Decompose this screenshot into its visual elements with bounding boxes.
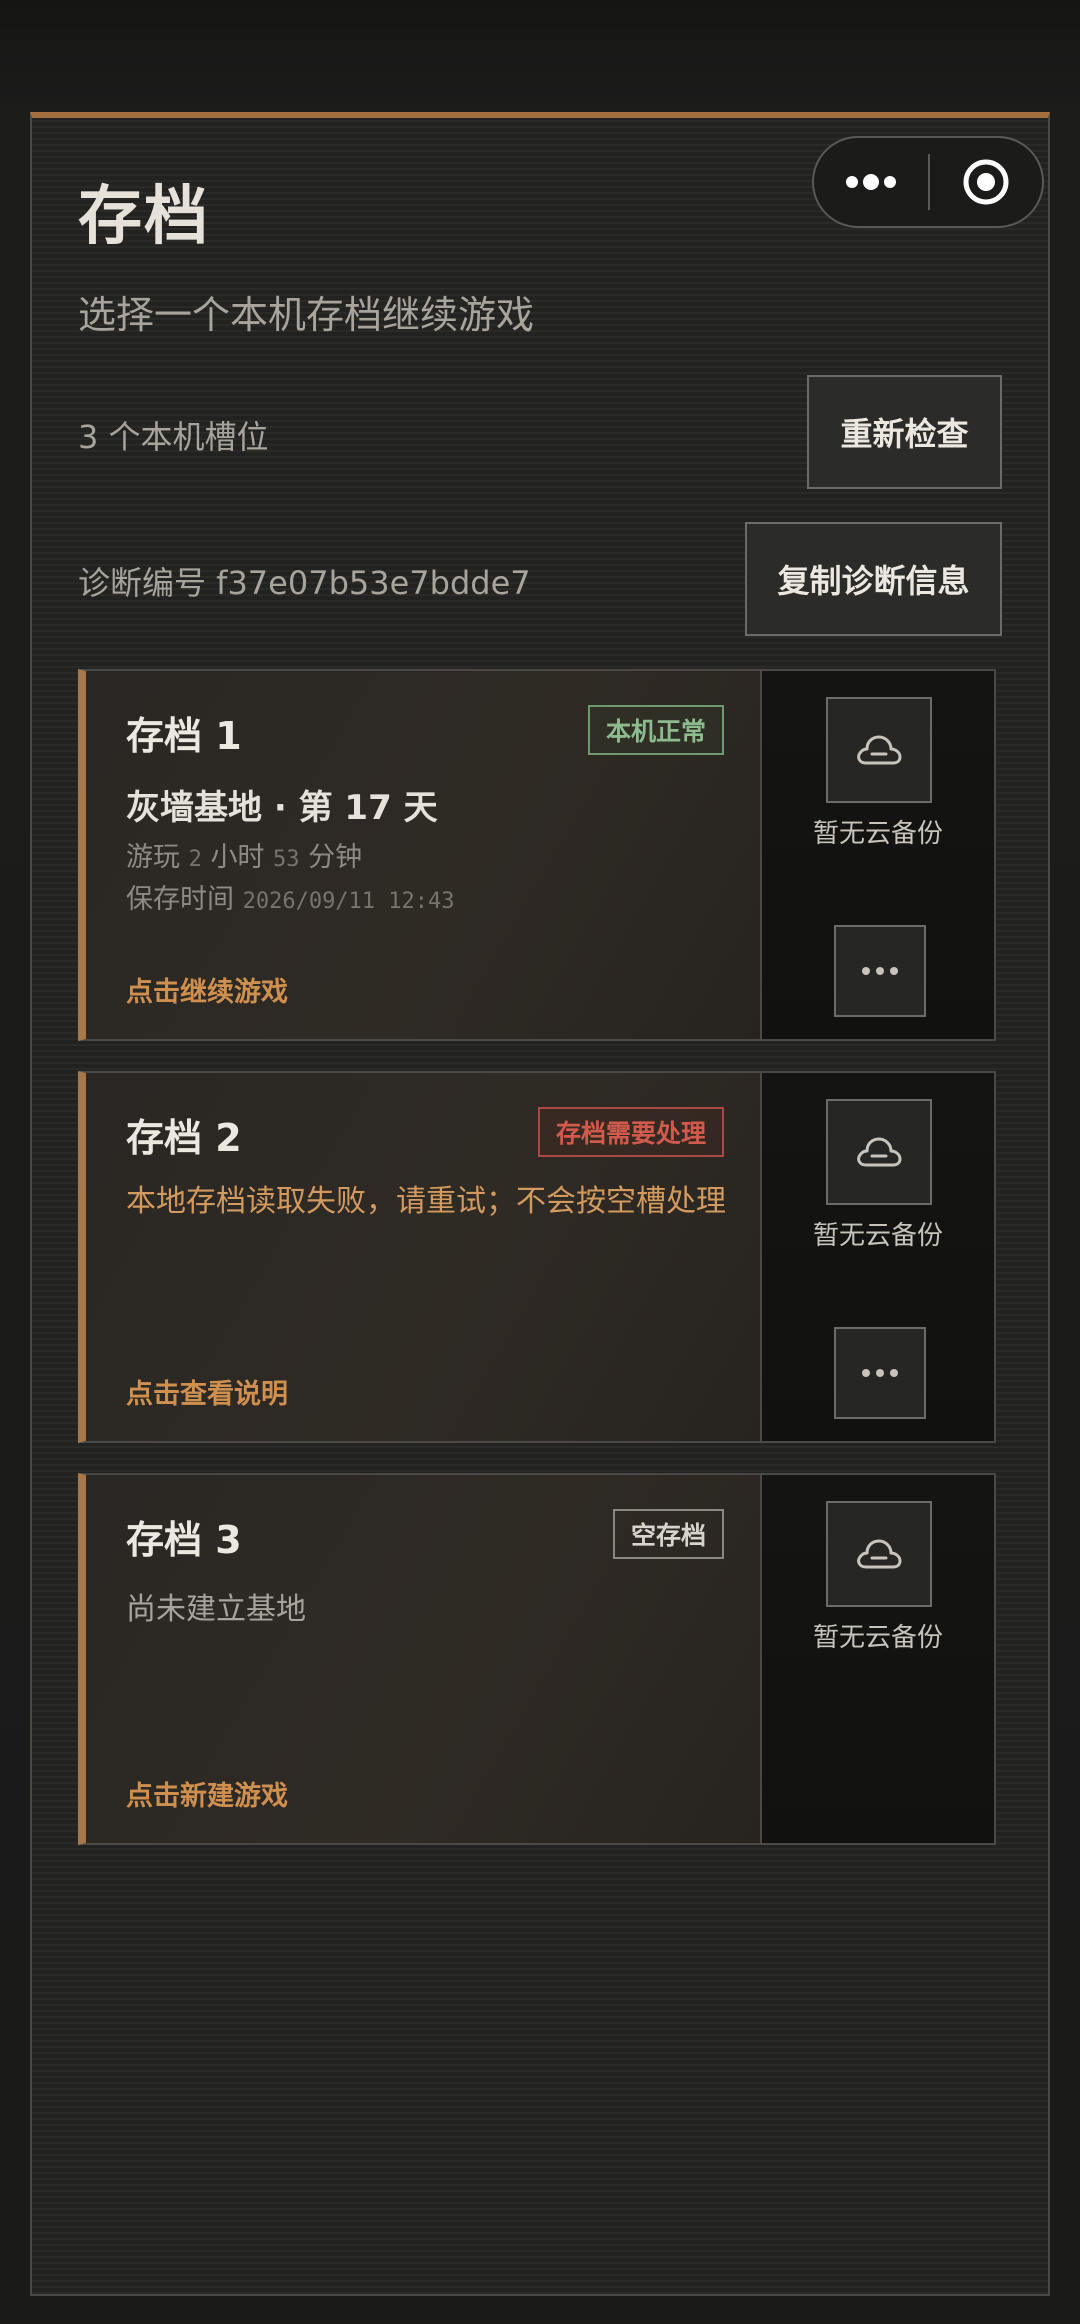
playtime-hours: 2 [188, 847, 202, 872]
hours-unit: 小时 [210, 842, 265, 873]
save-slot-side: 暂无云备份 [760, 671, 994, 1039]
save-slot-2[interactable]: 存档 2 存档需要处理 本地存档读取失败，请重试；不会按空槽处理 点击查看说明 … [78, 1071, 996, 1443]
saved-time: 保存时间 2026/09/11 12:43 [126, 877, 455, 916]
copy-diagnostic-button[interactable]: 复制诊断信息 [745, 522, 1002, 636]
saved-time-label: 保存时间 [126, 884, 234, 915]
save-slot-side: 暂无云备份 [760, 1073, 994, 1441]
new-game-link[interactable]: 点击新建游戏 [126, 1774, 288, 1813]
status-badge: 空存档 [612, 1509, 724, 1559]
save-slot-side: 暂无云备份 [760, 1475, 994, 1843]
more-options-button[interactable] [834, 925, 926, 1017]
cloud-backup-button[interactable] [826, 697, 932, 803]
view-explanation-link[interactable]: 点击查看说明 [126, 1372, 288, 1411]
recheck-button[interactable]: 重新检查 [807, 375, 1002, 489]
save-slot-name: 存档 2 [126, 1116, 242, 1160]
ellipsis-icon [862, 1369, 898, 1377]
page-subtitle: 选择一个本机存档继续游戏 [78, 293, 535, 337]
save-slot-1[interactable]: 存档 1 本机正常 灰墙基地 · 第 17 天 游玩 2 小时 53 分钟 保存… [78, 669, 996, 1041]
cloud-backup-button[interactable] [826, 1501, 932, 1607]
status-badge: 存档需要处理 [537, 1107, 724, 1157]
more-options-button[interactable] [834, 1327, 926, 1419]
playtime-label: 游玩 [126, 842, 180, 873]
save-slot-3[interactable]: 存档 3 空存档 尚未建立基地 点击新建游戏 暂无云备份 [78, 1473, 996, 1845]
ellipsis-icon [862, 967, 898, 975]
mini-program-capsule [812, 136, 1044, 228]
empty-slot-message: 尚未建立基地 [126, 1592, 306, 1627]
minutes-unit: 分钟 [308, 842, 363, 873]
diagnostic-id: 诊断编号 f37e07b53e7bdde7 [78, 564, 531, 602]
slot-count: 3 个本机槽位 [78, 418, 269, 456]
more-dots-icon[interactable] [814, 138, 928, 226]
status-badge: 本机正常 [587, 705, 724, 755]
playtime: 游玩 2 小时 53 分钟 [126, 835, 362, 874]
cloud-backup-status: 暂无云备份 [812, 1221, 943, 1251]
cloud-icon [857, 1137, 902, 1167]
cloud-backup-status: 暂无云备份 [812, 1623, 943, 1653]
save-slot-name: 存档 1 [126, 714, 242, 758]
saved-time-value: 2026/09/11 12:43 [242, 889, 455, 914]
page-title: 存档 [78, 180, 210, 254]
cloud-backup-status: 暂无云备份 [812, 819, 943, 849]
error-message: 本地存档读取失败，请重试；不会按空槽处理 [126, 1184, 726, 1219]
cloud-backup-button[interactable] [826, 1099, 932, 1205]
base-info: 灰墙基地 · 第 17 天 [126, 788, 438, 828]
playtime-minutes: 53 [273, 847, 300, 872]
continue-game-link[interactable]: 点击继续游戏 [126, 970, 288, 1009]
save-slot-name: 存档 3 [126, 1518, 242, 1562]
cloud-icon [857, 735, 902, 765]
target-circle-icon[interactable] [930, 138, 1042, 226]
cloud-icon [857, 1539, 902, 1569]
